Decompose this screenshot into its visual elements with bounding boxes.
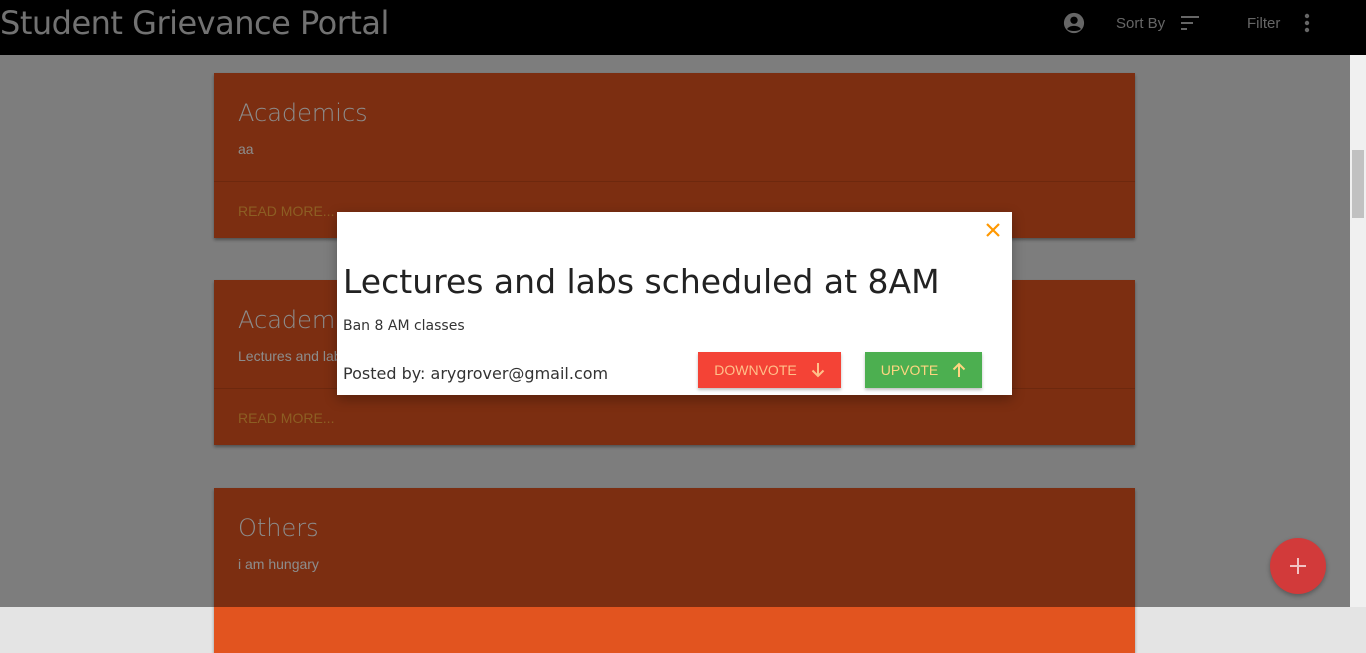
posted-by: Posted by: arygrover@gmail.com bbox=[343, 364, 608, 383]
posted-by-label: Posted by: bbox=[343, 364, 426, 383]
modal-title: Lectures and labs scheduled at 8AM bbox=[343, 262, 940, 301]
add-grievance-button[interactable] bbox=[1270, 538, 1326, 594]
arrow-down-icon bbox=[811, 363, 824, 378]
grievance-detail-modal: Lectures and labs scheduled at 8AM Ban 8… bbox=[337, 212, 1012, 395]
arrow-up-icon bbox=[953, 362, 966, 377]
upvote-button[interactable]: UPVOTE bbox=[865, 352, 982, 388]
downvote-label: DOWNVOTE bbox=[714, 362, 797, 378]
modal-description: Ban 8 AM classes bbox=[343, 318, 465, 334]
close-icon[interactable] bbox=[984, 221, 1002, 239]
upvote-label: UPVOTE bbox=[880, 362, 939, 378]
scrollbar-thumb[interactable] bbox=[1352, 150, 1364, 218]
plus-icon bbox=[1290, 558, 1306, 574]
downvote-button[interactable]: DOWNVOTE bbox=[698, 352, 841, 388]
posted-by-email: arygrover@gmail.com bbox=[430, 364, 609, 383]
page-scrollbar[interactable] bbox=[1350, 55, 1366, 607]
